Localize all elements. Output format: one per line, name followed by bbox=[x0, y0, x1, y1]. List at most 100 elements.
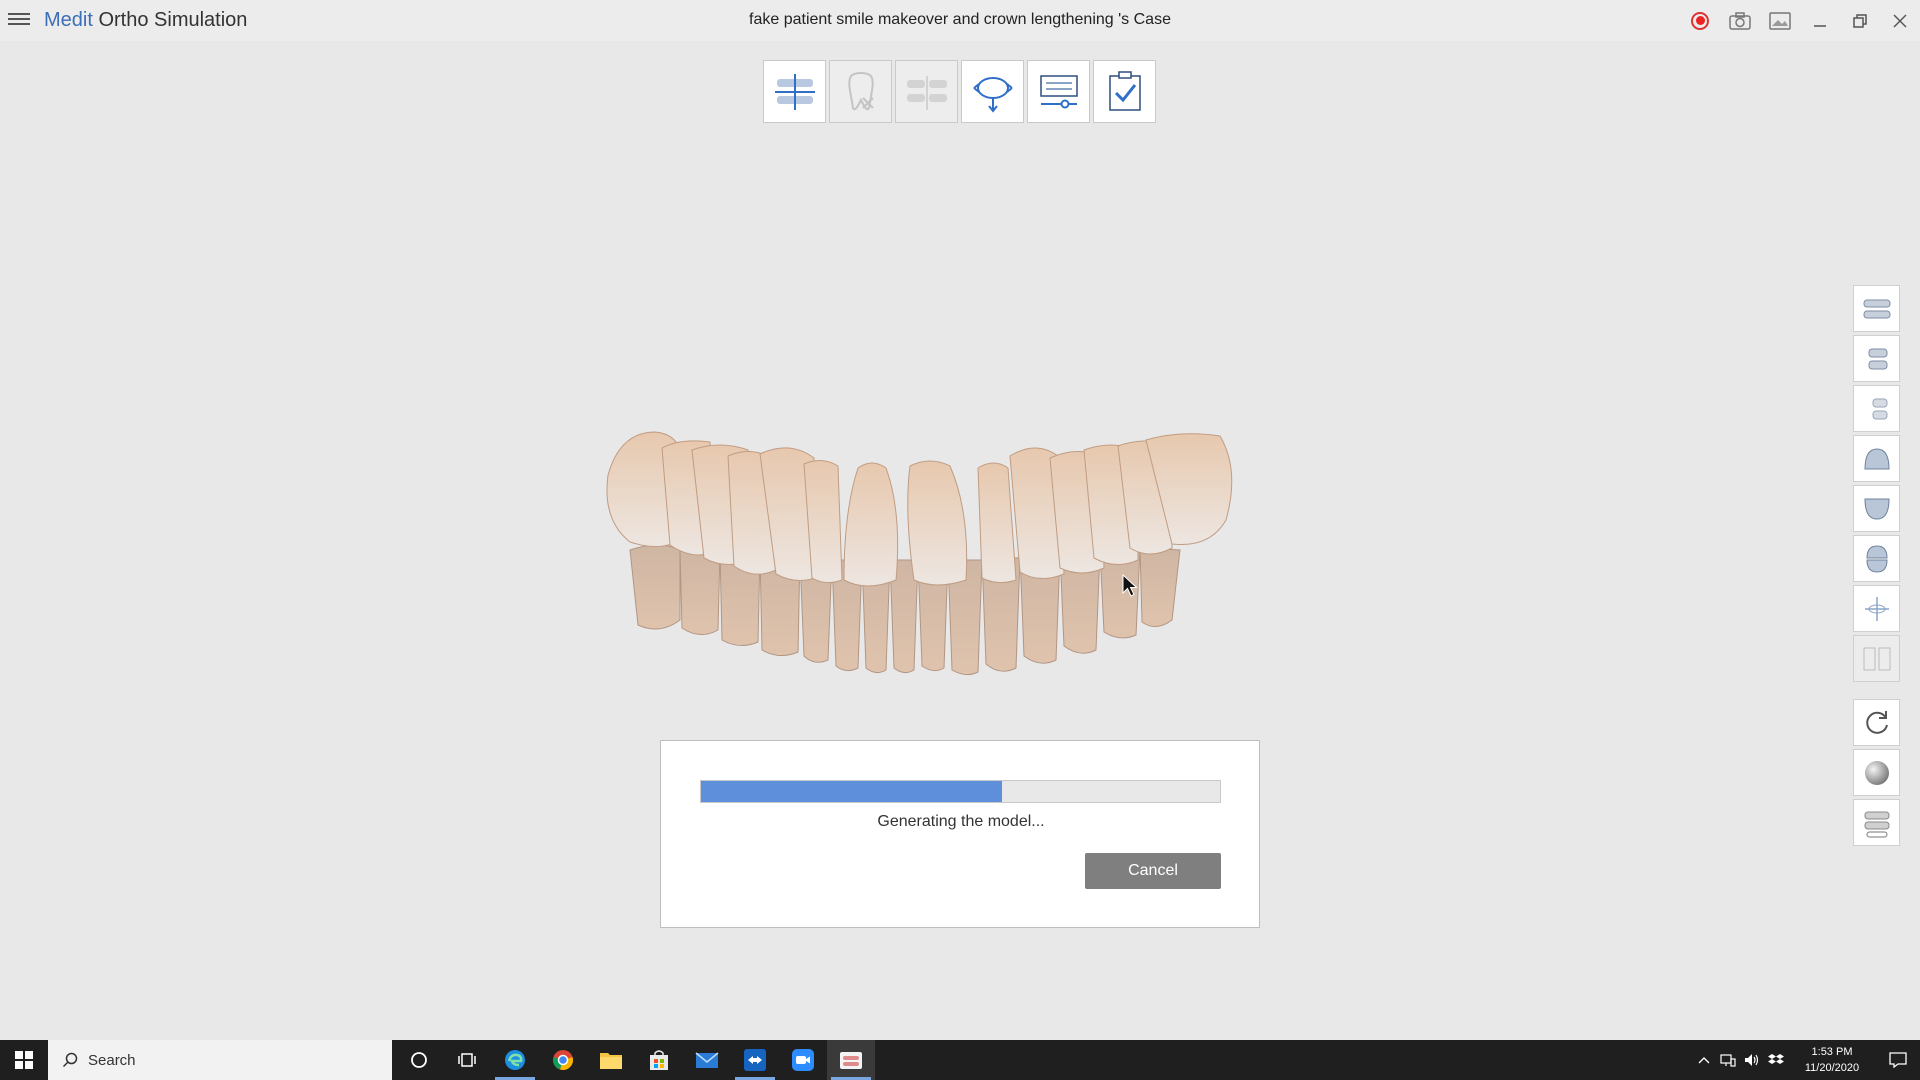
settings-tool[interactable] bbox=[1027, 60, 1090, 123]
system-tray: 1:53 PM 11/20/2020 bbox=[1692, 1040, 1920, 1080]
dropbox-icon bbox=[1768, 1054, 1784, 1064]
store-icon bbox=[650, 1050, 668, 1070]
upper-arch-icon bbox=[1863, 447, 1890, 469]
move-tooth-icon bbox=[972, 76, 1013, 113]
tooth-remove-icon bbox=[847, 71, 874, 110]
move-tooth-tool[interactable] bbox=[961, 60, 1024, 123]
teamviewer-button[interactable] bbox=[731, 1040, 779, 1080]
view-front-button[interactable] bbox=[1853, 285, 1900, 332]
network-button[interactable] bbox=[1716, 1040, 1740, 1080]
mail-button[interactable] bbox=[683, 1040, 731, 1080]
align-arch-tool[interactable] bbox=[763, 60, 826, 123]
edge-icon bbox=[505, 1050, 525, 1070]
teamviewer-icon bbox=[744, 1049, 766, 1071]
task-view-button[interactable] bbox=[443, 1040, 491, 1080]
taskbar-apps bbox=[395, 1040, 875, 1080]
close-button[interactable] bbox=[1880, 0, 1920, 41]
split-view-button[interactable] bbox=[1853, 635, 1900, 682]
workflow-toolbar bbox=[763, 60, 1156, 123]
app-name: Medit Ortho Simulation bbox=[44, 9, 247, 32]
file-explorer-button[interactable] bbox=[587, 1040, 635, 1080]
start-button[interactable] bbox=[0, 1040, 48, 1080]
windows-icon bbox=[15, 1051, 33, 1069]
mail-icon bbox=[695, 1052, 719, 1068]
progress-dialog: Generating the model... Cancel bbox=[660, 740, 1260, 928]
restore-button[interactable] bbox=[1840, 0, 1880, 41]
cortana-button[interactable] bbox=[395, 1040, 443, 1080]
network-icon bbox=[1720, 1054, 1736, 1067]
clock[interactable]: 1:53 PM 11/20/2020 bbox=[1794, 1044, 1870, 1076]
image-icon bbox=[1769, 11, 1791, 30]
view-lower-button[interactable] bbox=[1853, 485, 1900, 532]
menu-icon[interactable] bbox=[8, 10, 30, 30]
occlusal-icon bbox=[1865, 544, 1888, 573]
view-left-button[interactable] bbox=[1853, 335, 1900, 382]
search-placeholder: Search bbox=[88, 1051, 136, 1069]
segment-teeth-tool[interactable] bbox=[895, 60, 958, 123]
view-toolbar bbox=[1853, 285, 1900, 849]
title-bar: Medit Ortho Simulation fake patient smil… bbox=[0, 0, 1920, 41]
app-brand: Medit bbox=[44, 9, 93, 31]
material-button[interactable] bbox=[1853, 749, 1900, 796]
view-upper-button[interactable] bbox=[1853, 435, 1900, 482]
minimize-button[interactable] bbox=[1800, 0, 1840, 41]
edge-button[interactable] bbox=[491, 1040, 539, 1080]
taskbar: Search 1:53 PM 11/20/2020 bbox=[0, 1040, 1920, 1080]
record-icon bbox=[1691, 11, 1709, 30]
arch-toggle-icon bbox=[1864, 811, 1889, 837]
cancel-button[interactable]: Cancel bbox=[1085, 853, 1221, 889]
dental-model[interactable] bbox=[600, 420, 1270, 680]
refresh-icon bbox=[1865, 710, 1888, 734]
volume-icon bbox=[1745, 1054, 1759, 1066]
close-icon bbox=[1893, 13, 1907, 28]
tooth-remove-tool[interactable] bbox=[829, 60, 892, 123]
view-occlusal-button[interactable] bbox=[1853, 535, 1900, 582]
chrome-icon bbox=[553, 1050, 573, 1070]
taskbar-search[interactable]: Search bbox=[48, 1040, 392, 1080]
progress-bar bbox=[700, 780, 1221, 803]
axis-icon bbox=[1864, 596, 1889, 621]
checklist-icon bbox=[1108, 70, 1141, 111]
clock-date: 11/20/2020 bbox=[1804, 1062, 1860, 1074]
view-right-button[interactable] bbox=[1853, 385, 1900, 432]
axis-view-button[interactable] bbox=[1853, 585, 1900, 632]
progress-fill bbox=[701, 781, 1003, 802]
restore-icon bbox=[1853, 13, 1867, 28]
tray-overflow-button[interactable] bbox=[1692, 1040, 1716, 1080]
dropbox-button[interactable] bbox=[1764, 1040, 1788, 1080]
minimize-icon bbox=[1814, 24, 1826, 27]
chrome-button[interactable] bbox=[539, 1040, 587, 1080]
notification-icon bbox=[1889, 1052, 1907, 1068]
window-actions bbox=[1680, 0, 1920, 41]
settings-slider-icon bbox=[1039, 74, 1078, 108]
toolbar-gap bbox=[1853, 685, 1900, 699]
align-arch-icon bbox=[774, 73, 815, 110]
display-options-button[interactable] bbox=[1853, 799, 1900, 846]
store-button[interactable] bbox=[635, 1040, 683, 1080]
mouse-cursor-icon bbox=[1122, 574, 1138, 597]
zoom-icon bbox=[792, 1049, 814, 1071]
medit-app-icon bbox=[840, 1052, 862, 1069]
progress-status: Generating the model... bbox=[877, 813, 1045, 830]
sphere-icon bbox=[1864, 760, 1889, 785]
search-icon bbox=[62, 1052, 78, 1068]
lower-arch-icon bbox=[1863, 498, 1890, 520]
task-view-icon bbox=[458, 1053, 476, 1067]
segment-teeth-icon bbox=[906, 75, 947, 110]
zoom-button[interactable] bbox=[779, 1040, 827, 1080]
checklist-tool[interactable] bbox=[1093, 60, 1156, 123]
medit-app-button[interactable] bbox=[827, 1040, 875, 1080]
screenshot-button[interactable] bbox=[1720, 0, 1760, 41]
gallery-button[interactable] bbox=[1760, 0, 1800, 41]
cortana-icon bbox=[411, 1052, 427, 1068]
camera-icon bbox=[1729, 11, 1751, 30]
both-arches-icon bbox=[1863, 299, 1890, 318]
reset-view-button[interactable] bbox=[1853, 699, 1900, 746]
record-button[interactable] bbox=[1680, 0, 1720, 41]
file-explorer-icon bbox=[600, 1053, 622, 1069]
chevron-up-icon bbox=[1698, 1057, 1710, 1064]
notifications-button[interactable] bbox=[1876, 1040, 1920, 1080]
app-product: Ortho Simulation bbox=[92, 9, 248, 31]
arch-left-icon bbox=[1868, 348, 1887, 369]
volume-button[interactable] bbox=[1740, 1040, 1764, 1080]
